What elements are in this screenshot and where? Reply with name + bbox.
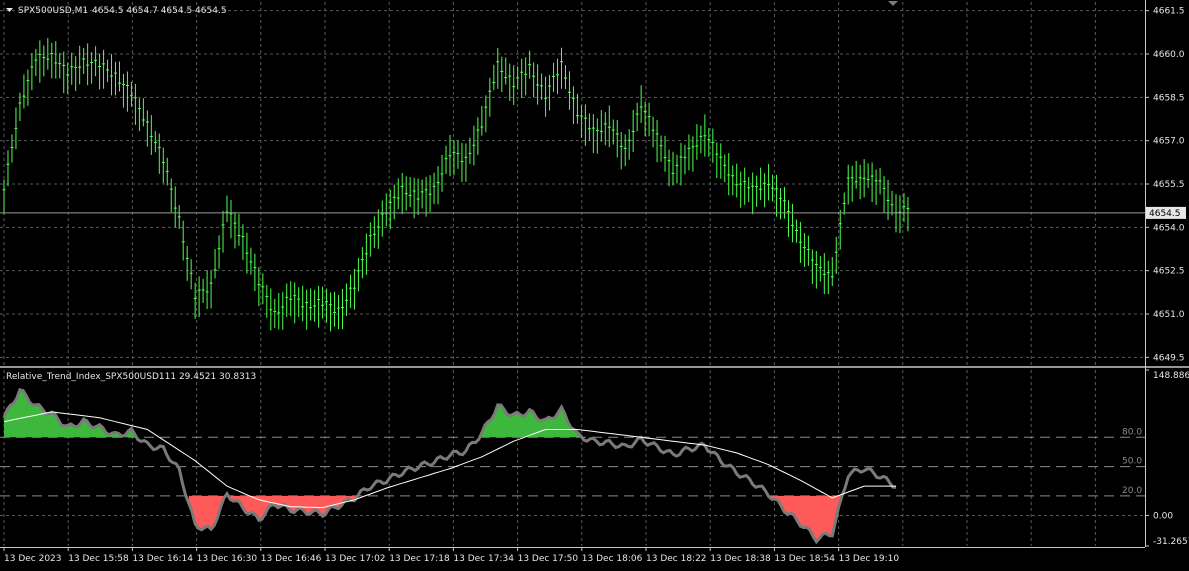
indicator-axis-label: 0.00 [1153, 511, 1173, 521]
price-axis-label: 4652.5 [1153, 267, 1185, 277]
indicator-title: Relative_Trend_Index_SPX500USD111 29.452… [6, 372, 256, 382]
price-axis-label: 4660.0 [1153, 50, 1185, 60]
time-axis-label: 13 Dec 19:10 [839, 554, 900, 564]
chart-background [0, 0, 1189, 571]
time-axis-label: 13 Dec 15:58 [68, 554, 129, 564]
time-axis-label: 13 Dec 18:38 [710, 554, 771, 564]
ohlc-label: 4654.5 4654.7 4654.5 4654.5 [92, 6, 227, 16]
time-axis-label: 13 Dec 16:30 [197, 554, 258, 564]
indicator-axis-label: 148.8864 [1153, 371, 1189, 381]
time-axis-label: 13 Dec 16:46 [261, 554, 322, 564]
time-axis-label: 13 Dec 18:22 [646, 554, 707, 564]
price-axis-label: 4654.0 [1153, 223, 1185, 233]
time-axis-label: 13 Dec 18:54 [774, 554, 835, 564]
time-axis-label: 13 Dec 17:34 [453, 554, 514, 564]
indicator-level-label: 80.0 [1122, 427, 1142, 437]
price-axis-label: 4649.5 [1153, 353, 1185, 363]
price-axis-label: 4655.5 [1153, 180, 1185, 190]
price-axis-label: 4661.5 [1153, 7, 1185, 17]
current-price-badge-text: 4654.5 [1149, 209, 1181, 219]
price-axis-label: 4658.5 [1153, 93, 1185, 103]
time-axis-label: 13 Dec 18:06 [582, 554, 643, 564]
time-axis-label: 13 Dec 17:18 [389, 554, 450, 564]
time-axis-label: 13 Dec 2023 [4, 554, 62, 564]
symbol-label: SPX500USD,M1 [18, 6, 88, 16]
indicator-level-label: 20.0 [1122, 486, 1142, 496]
time-axis-label: 13 Dec 16:14 [132, 554, 193, 564]
time-axis-label: 13 Dec 17:50 [518, 554, 579, 564]
price-axis-label: 4651.0 [1153, 310, 1185, 320]
time-axis-label: 13 Dec 17:02 [325, 554, 386, 564]
chart-area: 4661.5 4660.0 4658.5 4657.0 4655.5 4654.0 4652… [0, 0, 1189, 571]
current-price-badge: 4654.5 [1146, 206, 1186, 219]
price-axis-label: 4657.0 [1153, 137, 1185, 147]
indicator-level-label: 50.0 [1122, 457, 1142, 467]
indicator-axis-label: -31.2657 [1153, 537, 1189, 547]
